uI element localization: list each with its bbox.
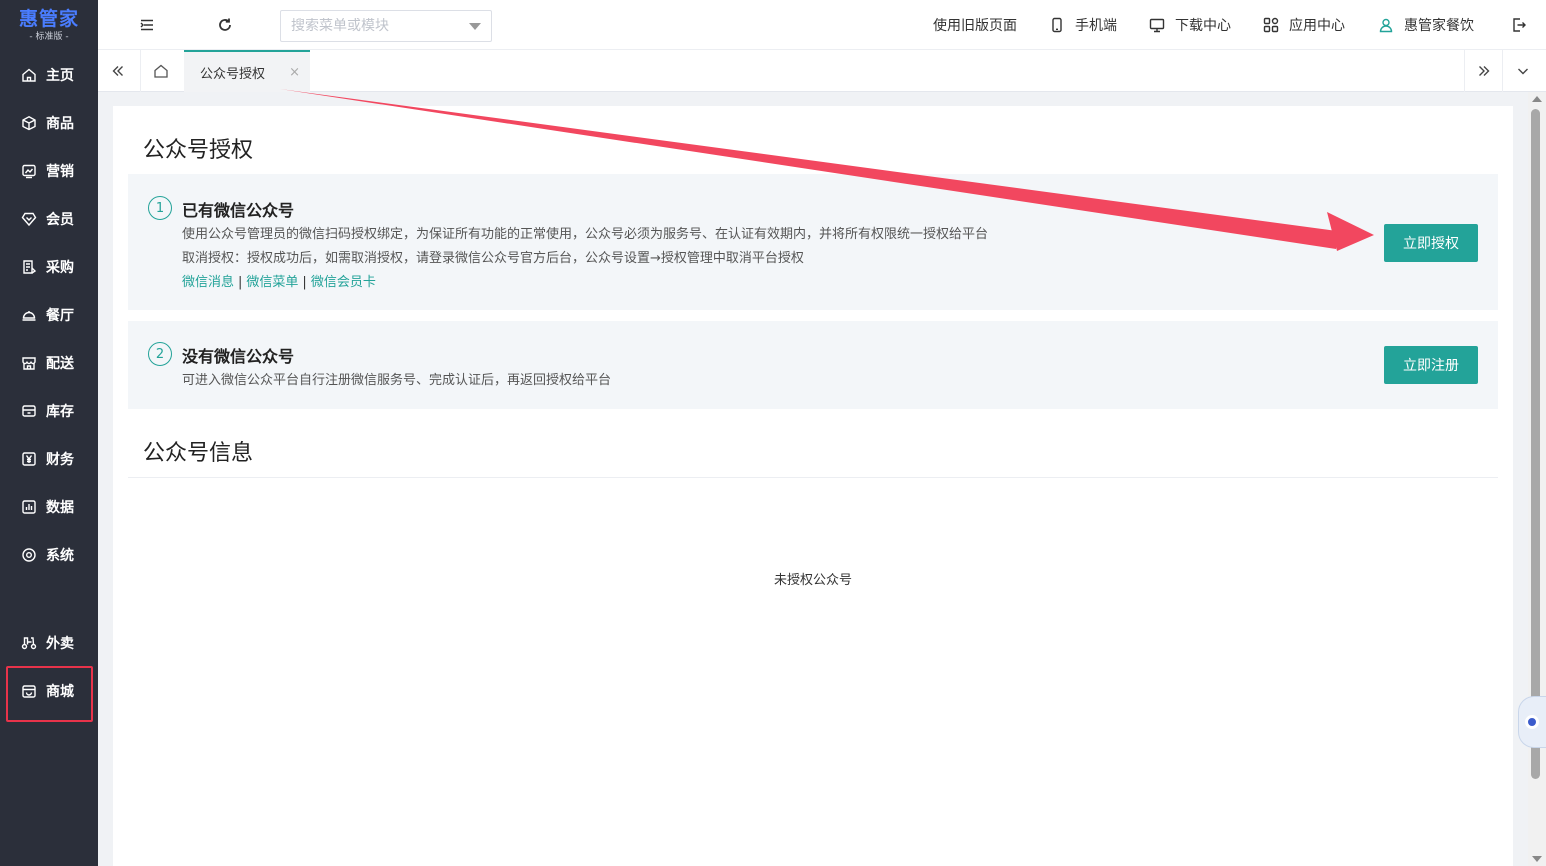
sidebar-item-members[interactable]: 会员 bbox=[0, 197, 98, 241]
sidebar-item-label: 库存 bbox=[46, 404, 74, 420]
scrollbar-thumb[interactable] bbox=[1531, 109, 1540, 779]
step-card-has-account: 1 已有微信公众号 使用公众号管理员的微信扫码授权绑定，为保证所有功能的正常使用… bbox=[128, 174, 1498, 310]
sidebar-item-label: 数据 bbox=[46, 500, 74, 516]
sidebar-item-finance[interactable]: 财务 bbox=[0, 437, 98, 481]
apps-label: 应用中心 bbox=[1289, 18, 1345, 34]
box-icon bbox=[21, 403, 37, 419]
sidebar-item-purchase[interactable]: 采购 bbox=[0, 245, 98, 289]
yen-icon bbox=[21, 451, 37, 467]
sidebar: 惠管家 - 标准版 - 主页 商品 营销 会员 采购 餐厅 配送 库存 财务 数… bbox=[0, 0, 98, 866]
chart-icon bbox=[21, 163, 37, 179]
scroll-tabs-right-icon[interactable] bbox=[1464, 50, 1504, 92]
cube-icon bbox=[21, 115, 37, 131]
diamond-icon bbox=[21, 211, 37, 227]
sidebar-item-restaurant[interactable]: 餐厅 bbox=[0, 293, 98, 337]
user-menu[interactable]: 惠管家餐饮 bbox=[1378, 0, 1474, 50]
sidebar-item-label: 餐厅 bbox=[46, 308, 74, 324]
sidebar-item-label: 采购 bbox=[46, 260, 74, 276]
wechat-message-link[interactable]: 微信消息 bbox=[182, 275, 234, 290]
sidebar-item-label: 商品 bbox=[46, 116, 74, 132]
mobile-link[interactable]: 手机端 bbox=[1049, 0, 1117, 50]
sidebar-item-label: 主页 bbox=[46, 68, 74, 84]
mobile-icon bbox=[1049, 17, 1065, 33]
assistant-eye-icon bbox=[1525, 715, 1539, 729]
close-icon[interactable]: × bbox=[289, 65, 300, 80]
sidebar-item-label: 外卖 bbox=[46, 636, 74, 652]
wechat-membership-card-link[interactable]: 微信会员卡 bbox=[311, 275, 376, 290]
download-center-link[interactable]: 下载中心 bbox=[1149, 0, 1231, 50]
step-number: 2 bbox=[148, 342, 172, 366]
search-box[interactable] bbox=[280, 10, 492, 42]
logo-text: 惠管家 bbox=[18, 7, 79, 30]
menu-toggle-icon[interactable] bbox=[137, 15, 157, 35]
sidebar-item-home[interactable]: 主页 bbox=[0, 53, 98, 97]
home-icon bbox=[21, 67, 37, 83]
tabs-menu-chevron-down-icon[interactable] bbox=[1503, 50, 1543, 92]
grid-icon bbox=[1263, 17, 1279, 33]
cloche-icon bbox=[21, 307, 37, 323]
tab-label: 公众号授权 bbox=[200, 66, 266, 82]
step-number: 1 bbox=[148, 196, 172, 220]
scroll-down-icon[interactable] bbox=[1532, 856, 1542, 862]
separator: | bbox=[238, 275, 243, 290]
sidebar-item-marketing[interactable]: 营销 bbox=[0, 149, 98, 193]
authorize-now-button[interactable]: 立即授权 bbox=[1384, 224, 1478, 262]
scooter-icon bbox=[21, 635, 37, 651]
sidebar-item-system[interactable]: 系统 bbox=[0, 533, 98, 577]
scroll-up-icon[interactable] bbox=[1532, 96, 1542, 102]
tab-official-account-auth[interactable]: 公众号授权 × bbox=[184, 50, 310, 92]
old-version-link[interactable]: 使用旧版页面 bbox=[933, 0, 1017, 50]
feature-links: 微信消息 | 微信菜单 | 微信会员卡 bbox=[182, 271, 376, 290]
sidebar-item-label: 配送 bbox=[46, 356, 74, 372]
app-logo[interactable]: 惠管家 - 标准版 - bbox=[0, 0, 98, 50]
empty-state-text: 未授权公众号 bbox=[773, 573, 852, 588]
monitor-icon bbox=[1149, 17, 1165, 33]
scroll-tabs-left-icon[interactable] bbox=[98, 50, 138, 92]
card-description: 使用公众号管理员的微信扫码授权绑定，为保证所有功能的正常使用，公众号必须为服务号… bbox=[182, 227, 989, 242]
sidebar-item-inventory[interactable]: 库存 bbox=[0, 389, 98, 433]
separator: | bbox=[302, 275, 307, 290]
card-title: 没有微信公众号 bbox=[182, 347, 295, 366]
app-center-link[interactable]: 应用中心 bbox=[1263, 0, 1345, 50]
main-content: 公众号授权 1 已有微信公众号 使用公众号管理员的微信扫码授权绑定，为保证所有功… bbox=[113, 106, 1513, 866]
card-title: 已有微信公众号 bbox=[182, 201, 295, 220]
edition-label: - 标准版 - bbox=[29, 31, 69, 42]
settings-icon bbox=[21, 547, 37, 563]
step-card-no-account: 2 没有微信公众号 可进入微信公众平台自行注册微信服务号、完成认证后，再返回授权… bbox=[128, 321, 1498, 409]
mobile-label: 手机端 bbox=[1075, 18, 1117, 34]
purchase-icon bbox=[21, 259, 37, 275]
home-tab-icon[interactable] bbox=[141, 50, 181, 92]
vertical-scrollbar[interactable] bbox=[1528, 92, 1546, 866]
bar-chart-icon bbox=[21, 499, 37, 515]
user-name: 惠管家餐饮 bbox=[1404, 18, 1474, 34]
chevron-down-icon[interactable] bbox=[469, 23, 481, 30]
highlight-box bbox=[6, 666, 93, 722]
sidebar-item-label: 会员 bbox=[46, 212, 74, 228]
top-bar: 使用旧版页面 手机端 下载中心 应用中心 惠管家餐饮 bbox=[98, 0, 1546, 50]
wechat-menu-link[interactable]: 微信菜单 bbox=[246, 275, 298, 290]
user-icon bbox=[1378, 17, 1394, 33]
sidebar-item-label: 营销 bbox=[46, 164, 74, 180]
account-info-title: 公众号信息 bbox=[143, 441, 254, 466]
store-icon bbox=[21, 355, 37, 371]
sidebar-item-label: 财务 bbox=[46, 452, 74, 468]
floating-assistant-icon[interactable] bbox=[1518, 696, 1546, 748]
card-description: 可进入微信公众平台自行注册微信服务号、完成认证后，再返回授权给平台 bbox=[182, 373, 612, 388]
tabs-bar: 公众号授权 × bbox=[98, 50, 1546, 92]
card-cancel-note: 取消授权：授权成功后，如需取消授权，请登录微信公众号官方后台，公众号设置→授权管… bbox=[182, 251, 804, 266]
refresh-icon[interactable] bbox=[215, 15, 235, 35]
sidebar-item-data[interactable]: 数据 bbox=[0, 485, 98, 529]
sidebar-item-products[interactable]: 商品 bbox=[0, 101, 98, 145]
register-now-button[interactable]: 立即注册 bbox=[1384, 346, 1478, 384]
page-title: 公众号授权 bbox=[143, 138, 254, 163]
download-label: 下载中心 bbox=[1175, 18, 1231, 34]
search-input[interactable] bbox=[291, 18, 461, 34]
sidebar-item-label: 系统 bbox=[46, 548, 74, 564]
logout-icon[interactable] bbox=[1509, 15, 1529, 35]
sidebar-item-takeout[interactable]: 外卖 bbox=[0, 621, 98, 665]
sidebar-item-delivery[interactable]: 配送 bbox=[0, 341, 98, 385]
divider bbox=[128, 477, 1498, 478]
